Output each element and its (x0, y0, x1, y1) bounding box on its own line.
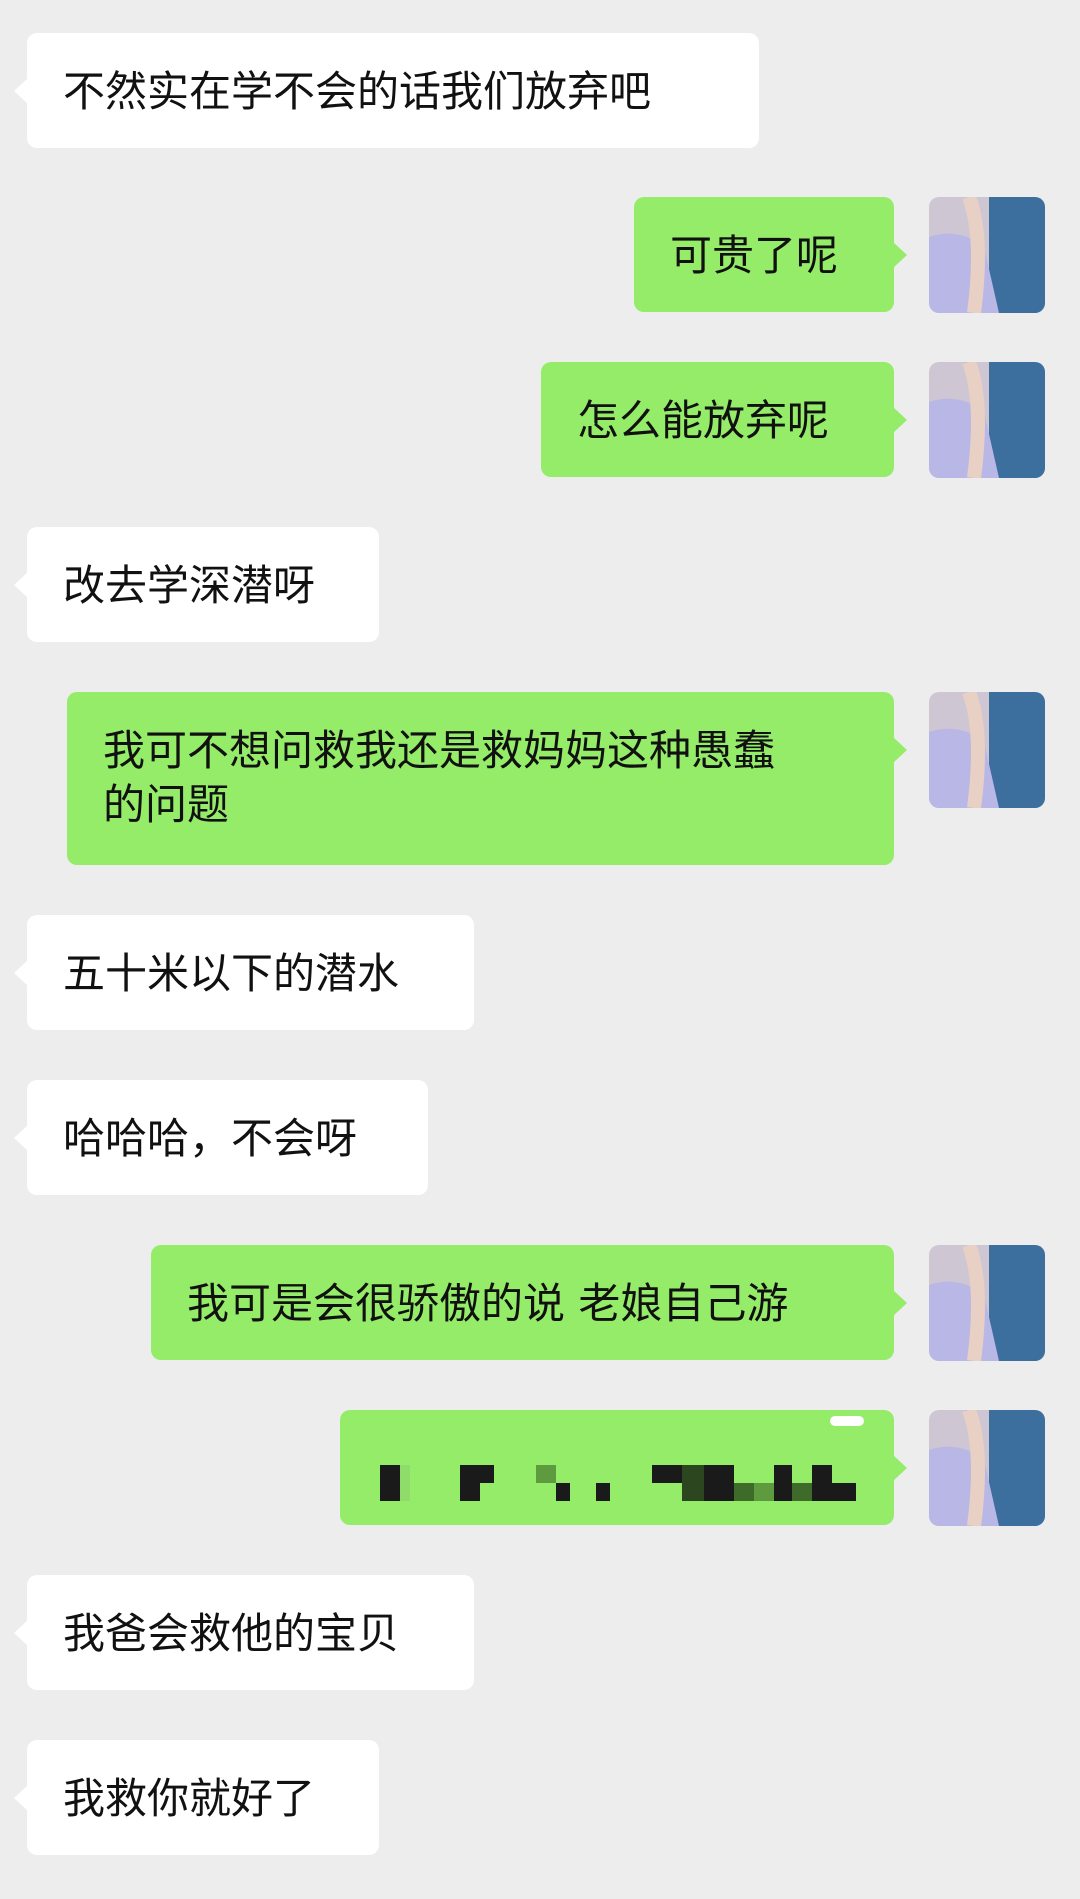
message-bubble-incoming[interactable]: 我救你就好了 (14, 1740, 379, 1855)
avatar[interactable] (929, 692, 1045, 808)
avatar[interactable] (929, 1245, 1045, 1361)
message-bubble-incoming[interactable]: 改去学深潜呀 (14, 527, 379, 642)
message-bubble-incoming[interactable]: 五十米以下的潜水 (14, 915, 474, 1030)
avatar[interactable] (929, 197, 1045, 313)
chat-thread: 不然实在学不会的话我们放弃吧 可贵了呢 怎么能放弃呢 改去学深潜呀 我可不想问救… (0, 0, 1080, 1899)
avatar[interactable] (929, 362, 1045, 478)
message-bubble-incoming[interactable]: 不然实在学不会的话我们放弃吧 (14, 33, 759, 148)
message-bubble-outgoing[interactable]: 怎么能放弃呢 (541, 362, 907, 477)
avatar-photo-icon (929, 1410, 1045, 1526)
message-bubble-outgoing[interactable]: 我可是会很骄傲的说 老娘自己游 (151, 1245, 907, 1360)
avatar-photo-icon (929, 692, 1045, 808)
avatar-photo-icon (929, 362, 1045, 478)
redaction-pixels (340, 1410, 894, 1525)
message-bubble-outgoing[interactable]: 我可不想问救我还是救妈妈这种愚蠢 的问题 (67, 692, 907, 865)
message-bubble-outgoing[interactable]: 可贵了呢 (634, 197, 907, 312)
avatar[interactable] (929, 1410, 1045, 1526)
message-bubble-incoming[interactable]: 哈哈哈，不会呀 (14, 1080, 428, 1195)
avatar-photo-icon (929, 1245, 1045, 1361)
message-bubble-incoming[interactable]: 我爸会救他的宝贝 (14, 1575, 474, 1690)
avatar-photo-icon (929, 197, 1045, 313)
